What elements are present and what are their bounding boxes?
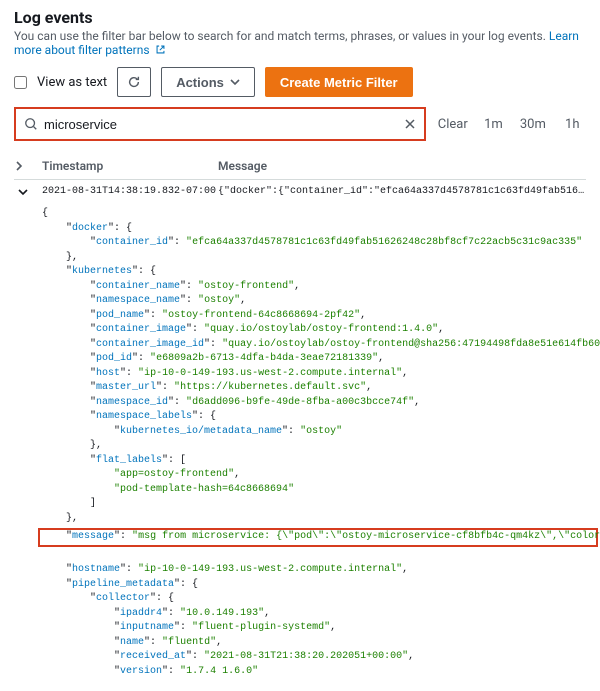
v-k8s-container-name: ostoy-frontend (204, 281, 288, 292)
v-coll-input: fluent-plugin-systemd (198, 622, 324, 633)
v-k8s-host: ip-10-0-149-193.us-west-2.compute.intern… (144, 368, 396, 379)
log-json-payload: { "docker": { "container_id": "efca64a33… (14, 203, 586, 683)
column-header-message: Message (218, 159, 586, 173)
v-k8s-namespace-name: ostoy (204, 295, 234, 306)
actions-button[interactable]: Actions (161, 67, 255, 97)
time-range-1h[interactable]: 1h (559, 117, 586, 132)
row-timestamp: 2021-08-31T14:38:19.832-07:00 (38, 186, 218, 197)
v-docker-container-id: efca64a337d4578781c1c63fd49fab51626248c2… (192, 237, 576, 248)
highlighted-message-line: "message": "msg from microservice: {\"po… (38, 528, 598, 547)
refresh-button[interactable] (117, 67, 151, 97)
column-header-timestamp: Timestamp (38, 159, 218, 173)
v-coll-version: 1.7.4 1.6.0 (186, 666, 252, 677)
time-range-30m[interactable]: 30m (519, 117, 546, 132)
time-range-1m[interactable]: 1m (480, 117, 507, 132)
clear-button[interactable]: Clear (438, 117, 468, 132)
v-k8s-container-image: quay.io/ostoylab/ostoy-frontend:1.4.0 (210, 324, 432, 335)
v-k8s-namespace-id: d6add096-b9fe-49de-8fba-a00c3bcce74f (192, 397, 408, 408)
v-k8s-container-image-id: quay.io/ostoylab/ostoy-frontend@sha256:4… (228, 339, 600, 350)
actions-label: Actions (176, 75, 224, 90)
page-subtitle: You can use the filter bar below to sear… (14, 29, 586, 57)
v-k8s-pod-id: e6809a2b-6713-4dfa-b4da-3eae72181339 (156, 353, 372, 364)
page-title: Log events (14, 8, 586, 27)
refresh-icon (127, 75, 141, 89)
view-as-text-checkbox[interactable] (14, 76, 27, 89)
view-as-text-label: View as text (37, 75, 107, 90)
v-k8s-flat-label-1: pod-template-hash=64c8668694 (120, 484, 288, 495)
row-message-short: {"docker":{"container_id":"efca64a337d45… (218, 186, 586, 197)
external-link-icon (155, 44, 166, 55)
search-input[interactable] (38, 117, 404, 132)
search-icon (24, 117, 38, 131)
v-k8s-ns-label: ostoy (306, 426, 336, 437)
v-coll-name: fluentd (168, 637, 210, 648)
v-coll-received: 2021-08-31T21:38:20.202051+00:00 (210, 651, 402, 662)
v-k8s-flat-label-0: app=ostoy-frontend (120, 469, 228, 480)
toolbar: View as text Actions Create Metric Filte… (14, 67, 586, 97)
v-hostname: ip-10-0-149-193.us-west-2.compute.intern… (144, 564, 396, 575)
v-k8s-master-url: https://kubernetes.default.svc (180, 382, 360, 393)
v-message: msg from microservice: {\"pod\":\"ostoy-… (138, 531, 600, 542)
table-header: Timestamp Message (14, 153, 586, 180)
table-row: 2021-08-31T14:38:19.832-07:00 {"docker":… (14, 180, 586, 203)
chevron-down-icon (230, 77, 240, 87)
create-metric-filter-button[interactable]: Create Metric Filter (265, 67, 413, 97)
v-coll-ip: 10.0.149.193 (186, 608, 258, 619)
search-box (14, 107, 426, 141)
expand-all-toggle[interactable] (14, 161, 38, 171)
subtitle-text: You can use the filter bar below to sear… (14, 29, 546, 43)
clear-search-icon[interactable] (404, 118, 416, 130)
v-k8s-pod-name: ostoy-frontend-64c8668694-2pf42 (168, 310, 354, 321)
search-row: Clear 1m 30m 1h (14, 107, 586, 141)
row-collapse-toggle[interactable] (14, 187, 38, 197)
